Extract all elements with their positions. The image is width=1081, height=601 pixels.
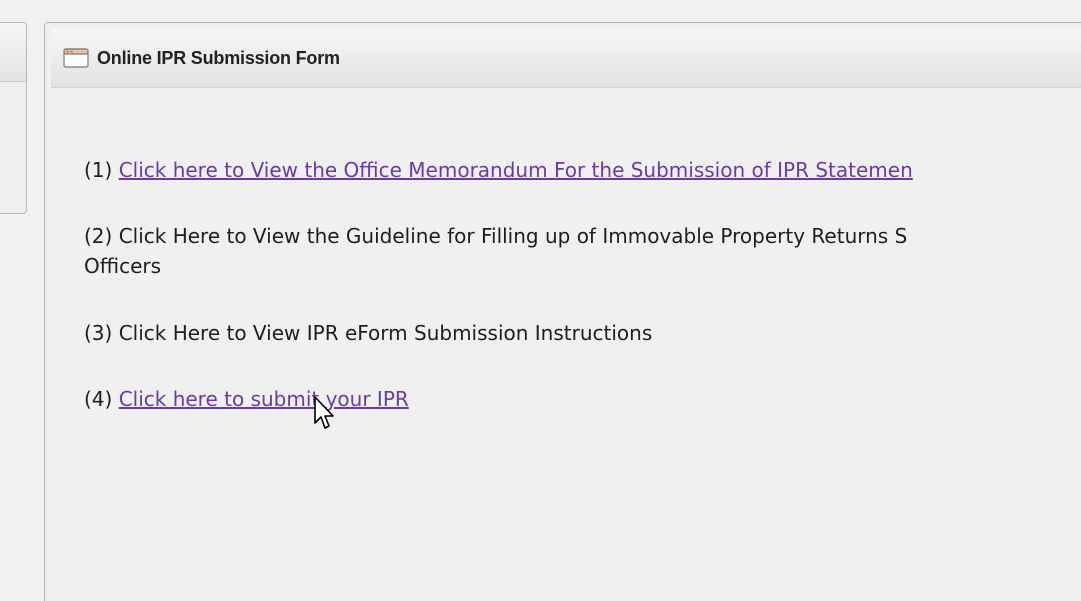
window-icon <box>63 48 89 68</box>
mouse-cursor-icon <box>313 395 337 431</box>
list-item-3: (3) Click Here to View IPR eForm Submiss… <box>84 318 652 348</box>
guideline-text: Click Here to View the Guideline for Fil… <box>118 224 908 248</box>
instructions-text: Click Here to View IPR eForm Submission … <box>118 321 653 345</box>
item-3-prefix: (3) <box>84 321 119 345</box>
item-2-prefix: (2) <box>84 224 119 248</box>
submit-ipr-link[interactable]: Click here to submit your IPR <box>119 387 409 411</box>
list-item-4: (4) Click here to submit your IPR <box>84 384 409 414</box>
item-1-prefix: (1) <box>84 158 119 182</box>
list-item-1: (1) Click here to View the Office Memora… <box>84 155 913 185</box>
screen: Online IPR Submission Form (1) Click her… <box>0 0 1081 601</box>
ipr-form-panel: Online IPR Submission Form <box>44 22 1081 601</box>
guideline-text-line2: Officers <box>84 254 162 278</box>
left-panel-header <box>0 23 26 82</box>
panel-title: Online IPR Submission Form <box>97 47 340 68</box>
memorandum-link[interactable]: Click here to View the Office Memorandum… <box>119 158 913 182</box>
panel-header: Online IPR Submission Form <box>51 29 1081 88</box>
item-4-prefix: (4) <box>84 387 119 411</box>
left-panel <box>0 22 27 214</box>
list-item-2: (2) Click Here to View the Guideline for… <box>84 221 907 281</box>
